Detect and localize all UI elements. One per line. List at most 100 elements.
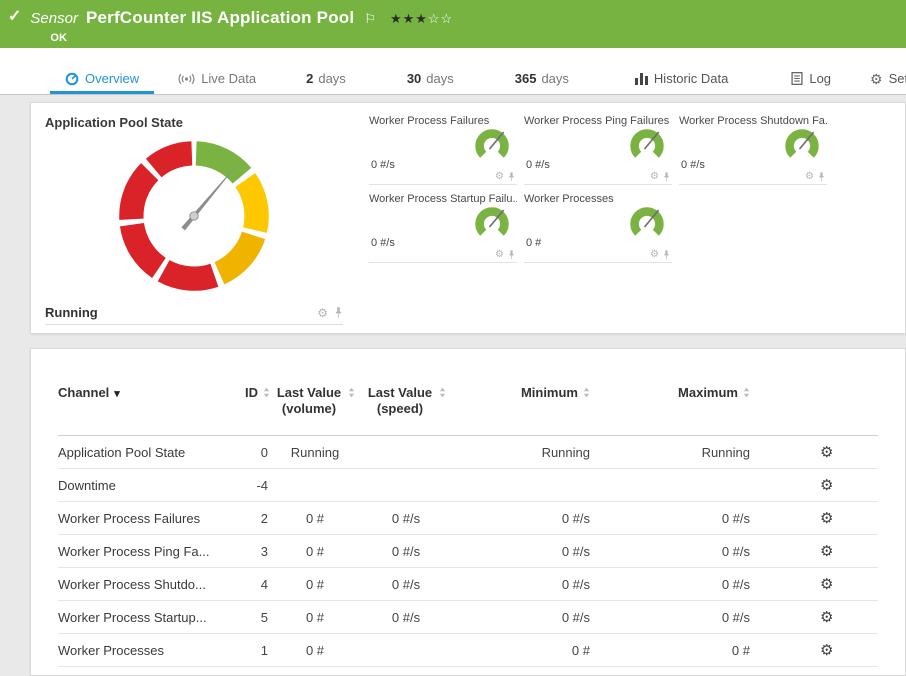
pin-icon[interactable]	[508, 172, 515, 182]
table-row[interactable]: Worker Process Startup... 5 0 # 0 #/s 0 …	[58, 601, 878, 634]
column-header-id[interactable]: ID	[238, 385, 270, 417]
small-gauge-icon	[626, 125, 668, 167]
stars-filled: ★★★	[390, 11, 428, 26]
gear-icon[interactable]: ⚙	[805, 172, 814, 182]
main-gauge-svg	[108, 130, 280, 302]
column-header-maximum[interactable]: Maximum	[632, 385, 792, 417]
tab-historic-label: Historic Data	[654, 71, 728, 86]
cell-channel: Worker Process Failures	[58, 511, 238, 526]
edit-channel-gear-icon[interactable]: ⚙	[820, 576, 833, 593]
small-gauge-icon	[471, 125, 513, 167]
column-header-last-value-speed[interactable]: Last Value (speed)	[360, 385, 452, 417]
cell-channel: Worker Process Startup...	[58, 610, 238, 625]
gear-icon[interactable]: ⚙	[650, 172, 659, 182]
tab-overview[interactable]: Overview	[50, 66, 154, 94]
cell-last-value-volume: 0 #	[270, 643, 360, 658]
sort-icon	[439, 387, 446, 398]
pin-icon[interactable]	[663, 250, 670, 260]
pin-icon[interactable]	[508, 250, 515, 260]
edit-channel-gear-icon[interactable]: ⚙	[820, 510, 833, 527]
gauge-needle	[181, 160, 240, 230]
channels-table: Channel ▾ ID Last Value (volume) Last Va…	[58, 385, 878, 667]
edit-channel-gear-icon[interactable]: ⚙	[820, 609, 833, 626]
gauge-card-worker-process-ping-failures[interactable]: Worker Process Ping Failures 0 #/s ⚙	[524, 115, 672, 185]
tab-settings[interactable]: ⚙ Settings	[855, 66, 906, 94]
cell-maximum: 0 #/s	[632, 577, 792, 592]
cell-last-value-speed: 0 #/s	[360, 544, 452, 559]
edit-channel-gear-icon[interactable]: ⚙	[820, 444, 833, 461]
gauge-card-worker-process-startup-failures[interactable]: Worker Process Startup Failu... 0 #/s ⚙	[369, 193, 517, 263]
tab-log[interactable]: Log	[776, 66, 846, 94]
column-header-channel[interactable]: Channel ▾	[58, 385, 238, 417]
column-header-last-value-volume-label: Last Value (volume)	[275, 385, 343, 417]
column-header-id-label: ID	[245, 385, 258, 401]
pin-icon[interactable]	[818, 172, 825, 182]
gauge-card-worker-process-failures[interactable]: Worker Process Failures 0 #/s ⚙	[369, 115, 517, 185]
gauge-card-value: 0 #/s	[681, 159, 705, 171]
gauge-pivot	[190, 212, 198, 220]
cell-id: 4	[238, 577, 270, 592]
cell-maximum: 0 #	[632, 643, 792, 658]
cell-id: 0	[238, 445, 270, 460]
pin-icon[interactable]	[334, 307, 343, 319]
edit-channel-gear-icon[interactable]: ⚙	[820, 543, 833, 560]
gear-icon: ⚙	[870, 72, 883, 86]
caret-down-icon: ▾	[114, 386, 120, 402]
page-title: PerfCounter IIS Application Pool	[86, 8, 354, 28]
gauge-card-worker-process-shutdown-failures[interactable]: Worker Process Shutdown Fa... 0 #/s ⚙	[679, 115, 827, 185]
application-pool-state-gauge[interactable]	[108, 130, 280, 305]
main-gauge-card: Application Pool State Running ⚙	[45, 115, 343, 323]
column-header-last-value-volume[interactable]: Last Value (volume)	[270, 385, 360, 417]
table-row[interactable]: Worker Process Shutdo... 4 0 # 0 #/s 0 #…	[58, 568, 878, 601]
gauge-card-value: 0 #/s	[371, 237, 395, 249]
pin-icon[interactable]	[663, 172, 670, 182]
cell-last-value-speed: 0 #/s	[360, 610, 452, 625]
column-header-minimum-label: Minimum	[521, 385, 578, 401]
tab-live-data-label: Live Data	[201, 71, 256, 86]
cell-maximum: 0 #/s	[632, 610, 792, 625]
tab-30-days-unit: days	[426, 71, 453, 86]
tab-365-days[interactable]: 365days	[489, 66, 595, 94]
tab-2-days[interactable]: 2 days	[280, 66, 372, 94]
gauge-card-worker-processes[interactable]: Worker Processes 0 # ⚙	[524, 193, 672, 263]
cell-id: 3	[238, 544, 270, 559]
gear-icon[interactable]: ⚙	[495, 172, 504, 182]
tab-30-days-num: 30	[407, 71, 421, 86]
cell-maximum: 0 #/s	[632, 511, 792, 526]
status-check-icon: ✓	[8, 8, 21, 26]
table-row[interactable]: Worker Process Ping Fa... 3 0 # 0 #/s 0 …	[58, 535, 878, 568]
cell-minimum: Running	[452, 445, 632, 460]
edit-channel-gear-icon[interactable]: ⚙	[820, 642, 833, 659]
cell-last-value-volume: Running	[270, 445, 360, 460]
table-row[interactable]: Application Pool State 0 Running Running…	[58, 436, 878, 469]
cell-last-value-volume: 0 #	[270, 544, 360, 559]
gear-icon[interactable]: ⚙	[495, 250, 504, 260]
column-header-maximum-label: Maximum	[678, 385, 738, 401]
tab-2-days-unit: days	[318, 71, 345, 86]
flag-icon[interactable]: ⚐	[364, 11, 376, 27]
table-row[interactable]: Worker Process Failures 2 0 # 0 #/s 0 #/…	[58, 502, 878, 535]
edit-channel-gear-icon[interactable]: ⚙	[820, 477, 833, 494]
tab-historic-data[interactable]: Historic Data	[620, 66, 743, 94]
tab-live-data[interactable]: Live Data	[163, 66, 271, 94]
sort-icon	[743, 387, 750, 398]
tab-settings-label: Settings	[889, 71, 906, 86]
cell-minimum: 0 #	[452, 643, 632, 658]
cell-maximum: 0 #/s	[632, 544, 792, 559]
table-row[interactable]: Downtime -4 ⚙	[58, 469, 878, 502]
column-header-minimum[interactable]: Minimum	[452, 385, 632, 417]
table-row[interactable]: Worker Processes 1 0 # 0 # 0 # ⚙	[58, 634, 878, 667]
cell-channel: Application Pool State	[58, 445, 238, 460]
gear-icon[interactable]: ⚙	[317, 307, 328, 319]
sensor-header-main: Sensor PerfCounter IIS Application Pool …	[30, 8, 453, 44]
priority-stars[interactable]: ★★★☆☆	[390, 11, 453, 27]
tab-log-label: Log	[809, 71, 831, 86]
tab-365-days-num: 365	[515, 71, 537, 86]
cell-minimum: 0 #/s	[452, 511, 632, 526]
tab-30-days[interactable]: 30 days	[381, 66, 480, 94]
stars-empty: ☆☆	[428, 11, 453, 26]
cell-last-value-volume: 0 #	[270, 577, 360, 592]
gear-icon[interactable]: ⚙	[650, 250, 659, 260]
tab-2-days-num: 2	[306, 71, 313, 86]
sort-icon	[583, 387, 590, 398]
